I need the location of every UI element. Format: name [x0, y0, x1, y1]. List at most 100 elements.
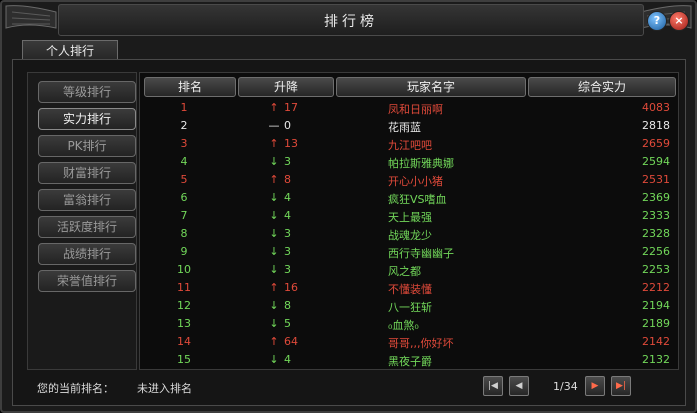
player-name-cell: 黑夜子爵 — [388, 355, 432, 368]
rank-cell: 11 — [177, 281, 191, 294]
column-header-player-name[interactable]: 玩家名字 — [336, 77, 526, 97]
table-row[interactable]: 10 ↓ 3 风之都 2253 — [140, 261, 678, 279]
wing-ornament-left-icon — [5, 5, 57, 29]
next-page-button[interactable]: ▶ — [585, 376, 605, 396]
table-row[interactable]: 4 ↓ 3 帕拉斯雅典娜 2594 — [140, 153, 678, 171]
player-name-cell: 帕拉斯雅典娜 — [388, 157, 454, 170]
table-row[interactable]: 9 ↓ 3 西行寺幽幽子 2256 — [140, 243, 678, 261]
change-value-cell: 3 — [284, 263, 291, 276]
change-arrow-icon: — — [268, 119, 280, 132]
current-rank-value: 未进入排名 — [137, 382, 192, 395]
sidebar-item-4[interactable]: 富翁排行 — [38, 189, 136, 211]
column-header-change[interactable]: 升降 — [238, 77, 334, 97]
rank-cell: 13 — [177, 317, 191, 330]
rank-cell: 4 — [180, 155, 188, 168]
rank-cell: 9 — [180, 245, 188, 258]
player-name-cell: 疯狂VS嗜血 — [388, 193, 447, 206]
power-cell: 2189 — [642, 317, 670, 330]
sidebar-item-2[interactable]: PK排行 — [38, 135, 136, 157]
change-value-cell: 5 — [284, 317, 291, 330]
table-row[interactable]: 3 ↑ 13 九江吧吧 2659 — [140, 135, 678, 153]
table-row[interactable]: 5 ↑ 8 开心小小猪 2531 — [140, 171, 678, 189]
ranking-window: 排行榜 ? × 个人排行 等级排行实力排行 PK排行财富排行富翁排行活跃度排行战绩… — [0, 0, 697, 413]
table-row[interactable]: 7 ↓ 4 天上最强 2333 — [140, 207, 678, 225]
power-cell: 2818 — [642, 119, 670, 132]
table-row[interactable]: 12 ↓ 8 八一狂斩 2194 — [140, 297, 678, 315]
sidebar-item-1[interactable]: 实力排行 — [38, 108, 136, 130]
rank-cell: 8 — [180, 227, 188, 240]
tab-personal-ranking[interactable]: 个人排行 — [22, 40, 118, 61]
table-row[interactable]: 13 ↓ 5 ₀血煞₀ 2189 — [140, 315, 678, 333]
player-name-cell: ₀血煞₀ — [388, 319, 419, 332]
table-row[interactable]: 2 — 0 花雨蓝 2818 — [140, 117, 678, 135]
rank-cell: 3 — [180, 137, 188, 150]
player-name-cell: 风之都 — [388, 265, 421, 278]
change-arrow-icon: ↓ — [269, 317, 279, 330]
prev-page-button[interactable]: ◀ — [509, 376, 529, 396]
sidebar-item-7[interactable]: 荣誉值排行 — [38, 270, 136, 292]
sidebar-item-6[interactable]: 战绩排行 — [38, 243, 136, 265]
change-value-cell: 8 — [284, 173, 291, 186]
player-name-cell: 开心小小猪 — [388, 175, 443, 188]
change-arrow-icon: ↓ — [269, 209, 279, 222]
table-row[interactable]: 15 ↓ 4 黑夜子爵 2132 — [140, 351, 678, 369]
power-cell: 2194 — [642, 299, 670, 312]
player-name-cell: 天上最强 — [388, 211, 432, 224]
player-name-cell: 花雨蓝 — [388, 121, 421, 134]
change-value-cell: 4 — [284, 353, 291, 366]
power-cell: 4083 — [642, 101, 670, 114]
change-arrow-icon: ↓ — [269, 353, 279, 366]
power-cell: 2531 — [642, 173, 670, 186]
rank-cell: 12 — [177, 299, 191, 312]
power-cell: 2132 — [642, 353, 670, 366]
table-row[interactable]: 8 ↓ 3 战魂龙少 2328 — [140, 225, 678, 243]
player-name-cell: 八一狂斩 — [388, 301, 432, 314]
sidebar-item-3[interactable]: 财富排行 — [38, 162, 136, 184]
rank-cell: 6 — [180, 191, 188, 204]
table-row[interactable]: 6 ↓ 4 疯狂VS嗜血 2369 — [140, 189, 678, 207]
table-row[interactable]: 11 ↑ 16 不懂装懂 2212 — [140, 279, 678, 297]
change-arrow-icon: ↑ — [269, 281, 279, 294]
change-value-cell: 8 — [284, 299, 291, 312]
change-value-cell: 3 — [284, 245, 291, 258]
power-cell: 2369 — [642, 191, 670, 204]
power-cell: 2328 — [642, 227, 670, 240]
current-rank-label: 您的当前排名： — [37, 382, 114, 395]
player-name-cell: 不懂装懂 — [388, 283, 432, 296]
sidebar-item-5[interactable]: 活跃度排行 — [38, 216, 136, 238]
rank-cell: 7 — [180, 209, 188, 222]
window-title: 排行榜 — [324, 14, 378, 30]
change-arrow-icon: ↑ — [269, 173, 279, 186]
player-name-cell: 西行寺幽幽子 — [388, 247, 454, 260]
close-button[interactable]: × — [669, 11, 689, 31]
page-indicator: 1/34 — [553, 380, 578, 393]
title-bar[interactable]: 排行榜 — [58, 4, 644, 36]
rank-cell: 2 — [180, 119, 188, 132]
change-value-cell: 13 — [284, 137, 298, 150]
last-page-button[interactable]: ▶| — [611, 376, 631, 396]
help-button[interactable]: ? — [647, 11, 667, 31]
column-header-rank[interactable]: 排名 — [144, 77, 236, 97]
change-value-cell: 0 — [284, 119, 291, 132]
table-row[interactable]: 14 ↑ 64 哥哥,,,你好坏 2142 — [140, 333, 678, 351]
sidebar-item-0[interactable]: 等级排行 — [38, 81, 136, 103]
power-cell: 2333 — [642, 209, 670, 222]
change-value-cell: 3 — [284, 155, 291, 168]
column-header-power[interactable]: 综合实力 — [528, 77, 676, 97]
change-arrow-icon: ↓ — [269, 227, 279, 240]
change-value-cell: 4 — [284, 191, 291, 204]
player-name-cell: 九江吧吧 — [388, 139, 432, 152]
category-sidebar: 等级排行实力排行 PK排行财富排行富翁排行活跃度排行战绩排行荣誉值排行 — [27, 72, 137, 370]
power-cell: 2659 — [642, 137, 670, 150]
change-value-cell: 64 — [284, 335, 298, 348]
change-value-cell: 3 — [284, 227, 291, 240]
rank-cell: 10 — [177, 263, 191, 276]
table-row[interactable]: 1 ↑ 17 凤和日丽啊 4083 — [140, 99, 678, 117]
rank-cell: 14 — [177, 335, 191, 348]
power-cell: 2256 — [642, 245, 670, 258]
ranking-panel: 等级排行实力排行 PK排行财富排行富翁排行活跃度排行战绩排行荣誉值排行 排名 升降… — [12, 59, 686, 406]
change-arrow-icon: ↑ — [269, 335, 279, 348]
change-arrow-icon: ↓ — [269, 299, 279, 312]
first-page-button[interactable]: |◀ — [483, 376, 503, 396]
change-arrow-icon: ↑ — [269, 101, 279, 114]
